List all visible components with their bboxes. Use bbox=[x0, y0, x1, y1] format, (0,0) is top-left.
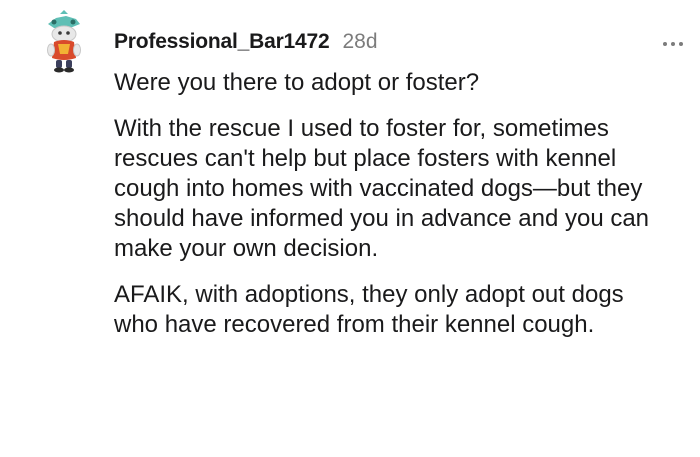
comment-paragraph: AFAIK, with adoptions, they only adopt o… bbox=[114, 281, 624, 338]
comment-header: Professional_Bar1472 28d bbox=[114, 26, 378, 58]
dot-icon bbox=[679, 42, 683, 46]
dot-icon bbox=[663, 42, 667, 46]
username-link[interactable]: Professional_Bar1472 bbox=[114, 30, 330, 54]
comment: Professional_Bar1472 28d Were you there … bbox=[0, 0, 700, 457]
snoo-avatar-icon[interactable] bbox=[40, 10, 88, 74]
dot-icon bbox=[671, 42, 675, 46]
comment-body: Were you there to adopt or foster? With … bbox=[114, 68, 674, 356]
more-options-icon[interactable] bbox=[655, 34, 691, 54]
comment-paragraph: With the rescue I used to foster for, so… bbox=[114, 115, 650, 262]
comment-paragraph: Were you there to adopt or foster? bbox=[114, 69, 480, 96]
comment-age[interactable]: 28d bbox=[342, 30, 377, 54]
